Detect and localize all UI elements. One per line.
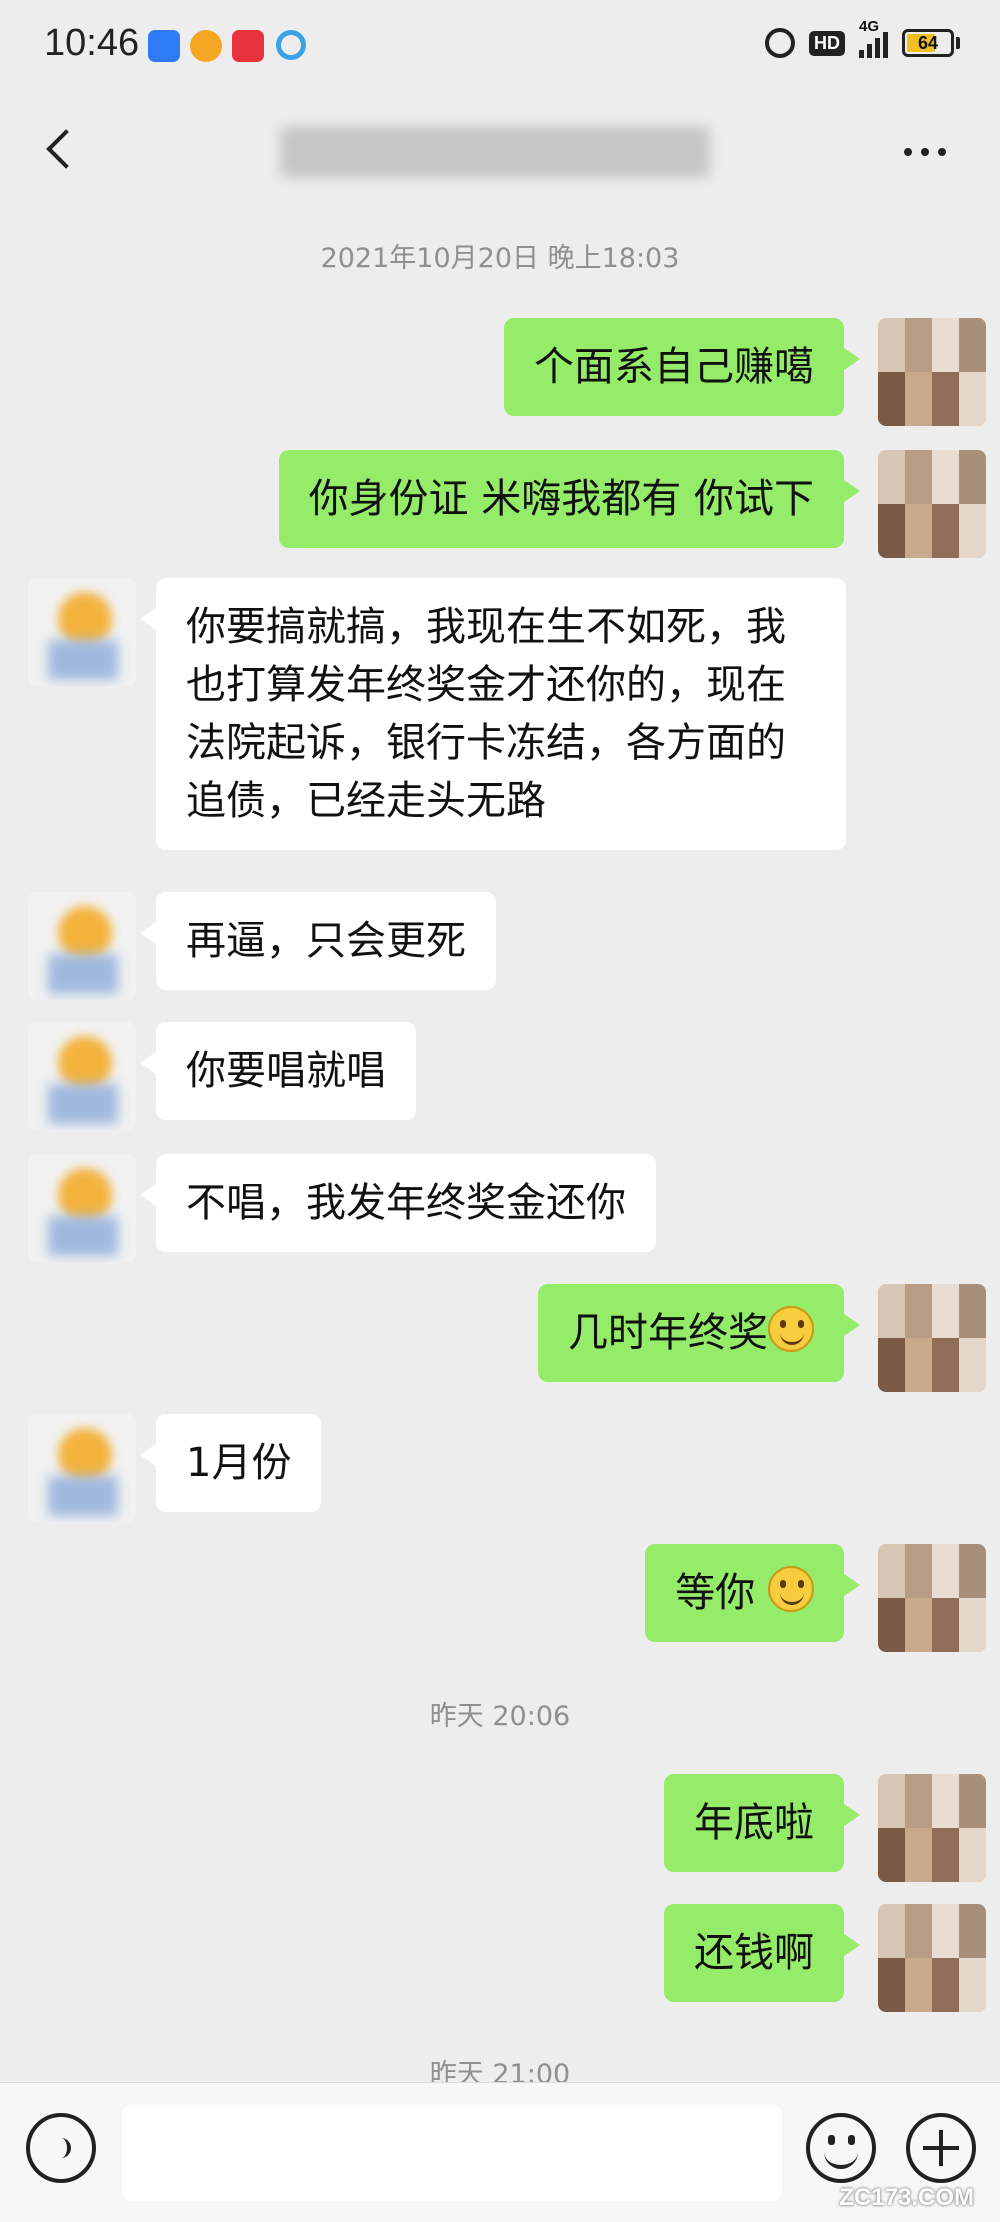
message-row: 你要搞就搞，我现在生不如死，我也打算发年终奖金才还你的，现在法院起诉，银行卡冻结… (0, 578, 1000, 864)
contact-avatar[interactable] (28, 1022, 136, 1130)
my-avatar[interactable] (878, 1284, 986, 1392)
message-row: 几时年终奖 (0, 1284, 1000, 1392)
status-indicators: HD 4G 64 (765, 18, 960, 58)
my-avatar[interactable] (878, 318, 986, 426)
hd-badge: HD (809, 30, 845, 56)
chat-header (0, 92, 1000, 212)
weibo-app-icon (190, 30, 222, 62)
contact-avatar[interactable] (28, 1154, 136, 1262)
my-avatar[interactable] (878, 1774, 986, 1882)
message-bubble-incoming[interactable]: 1月份 (139, 1414, 322, 1512)
message-bubble-incoming[interactable]: 不唱，我发年终奖金还你 (140, 1154, 656, 1252)
message-text: 等你 (675, 1570, 768, 1616)
battery-icon: 64 (902, 29, 954, 57)
message-row: 再逼，只会更死 (0, 892, 1000, 1000)
more-dots-icon (904, 148, 912, 156)
message-row: 你身份证 米嗨我都有 你试下 (0, 450, 1000, 558)
message-row: 年底啦 (0, 1774, 1000, 1882)
message-bubble-incoming[interactable]: 再逼，只会更死 (140, 892, 496, 990)
my-avatar[interactable] (878, 1904, 986, 2012)
message-bubble-outgoing[interactable]: 你身份证 米嗨我都有 你试下 (278, 450, 861, 548)
back-button[interactable] (26, 114, 96, 184)
battery-cap (956, 37, 960, 49)
contact-avatar[interactable] (28, 1414, 136, 1522)
voice-button[interactable] (26, 2113, 96, 2183)
battery-level: 64 (917, 32, 939, 53)
smile-emoji-icon (768, 1306, 814, 1352)
contact-avatar[interactable] (28, 578, 136, 686)
message-row: 还钱啊 (0, 1904, 1000, 2012)
network-label: 4G (859, 18, 880, 35)
alarm-icon (765, 28, 795, 58)
message-row: 等你 (0, 1544, 1000, 1652)
message-bubble-outgoing[interactable]: 个面系自己赚噶 (504, 318, 860, 416)
browser-app-icon (276, 30, 306, 60)
emoji-button[interactable] (806, 2113, 876, 2183)
message-bubble-incoming[interactable]: 你要搞就搞，我现在生不如死，我也打算发年终奖金才还你的，现在法院起诉，银行卡冻结… (140, 578, 846, 850)
more-options-button[interactable] (890, 126, 960, 178)
chat-title-blurred (280, 126, 710, 178)
message-row: 不唱，我发年终奖金还你 (0, 1154, 1000, 1262)
message-bubble-outgoing[interactable]: 等你 (645, 1544, 860, 1642)
message-row: 1月份 (0, 1414, 1000, 1522)
message-text: 几时年终奖 (568, 1310, 768, 1356)
my-avatar[interactable] (878, 1544, 986, 1652)
translate-app-icon (148, 30, 180, 62)
status-time: 10:46 (44, 22, 140, 64)
message-bubble-outgoing[interactable]: 还钱啊 (664, 1904, 860, 2002)
plus-button[interactable] (906, 2113, 976, 2183)
voice-icon (51, 2138, 71, 2158)
message-row: 个面系自己赚噶 (0, 318, 1000, 426)
contact-avatar[interactable] (28, 892, 136, 1000)
message-bubble-incoming[interactable]: 你要唱就唱 (140, 1022, 416, 1120)
timestamp: 2021年10月20日 晚上18:03 (320, 243, 680, 274)
shopping-app-icon (232, 30, 264, 62)
message-row: 你要唱就唱 (0, 1022, 1000, 1130)
message-bubble-outgoing[interactable]: 几时年终奖 (538, 1284, 860, 1382)
smile-emoji-icon (768, 1566, 814, 1612)
my-avatar[interactable] (878, 450, 986, 558)
message-input[interactable] (122, 2105, 782, 2201)
signal-icon: 4G (859, 18, 888, 58)
chevron-left-icon (46, 129, 86, 169)
timestamp: 昨天 20:06 (429, 1701, 571, 1732)
message-bubble-outgoing[interactable]: 年底啦 (664, 1774, 860, 1872)
status-bar: 10:46 HD 4G 64 (0, 0, 1000, 92)
watermark: ZC173.COM (839, 2184, 974, 2211)
